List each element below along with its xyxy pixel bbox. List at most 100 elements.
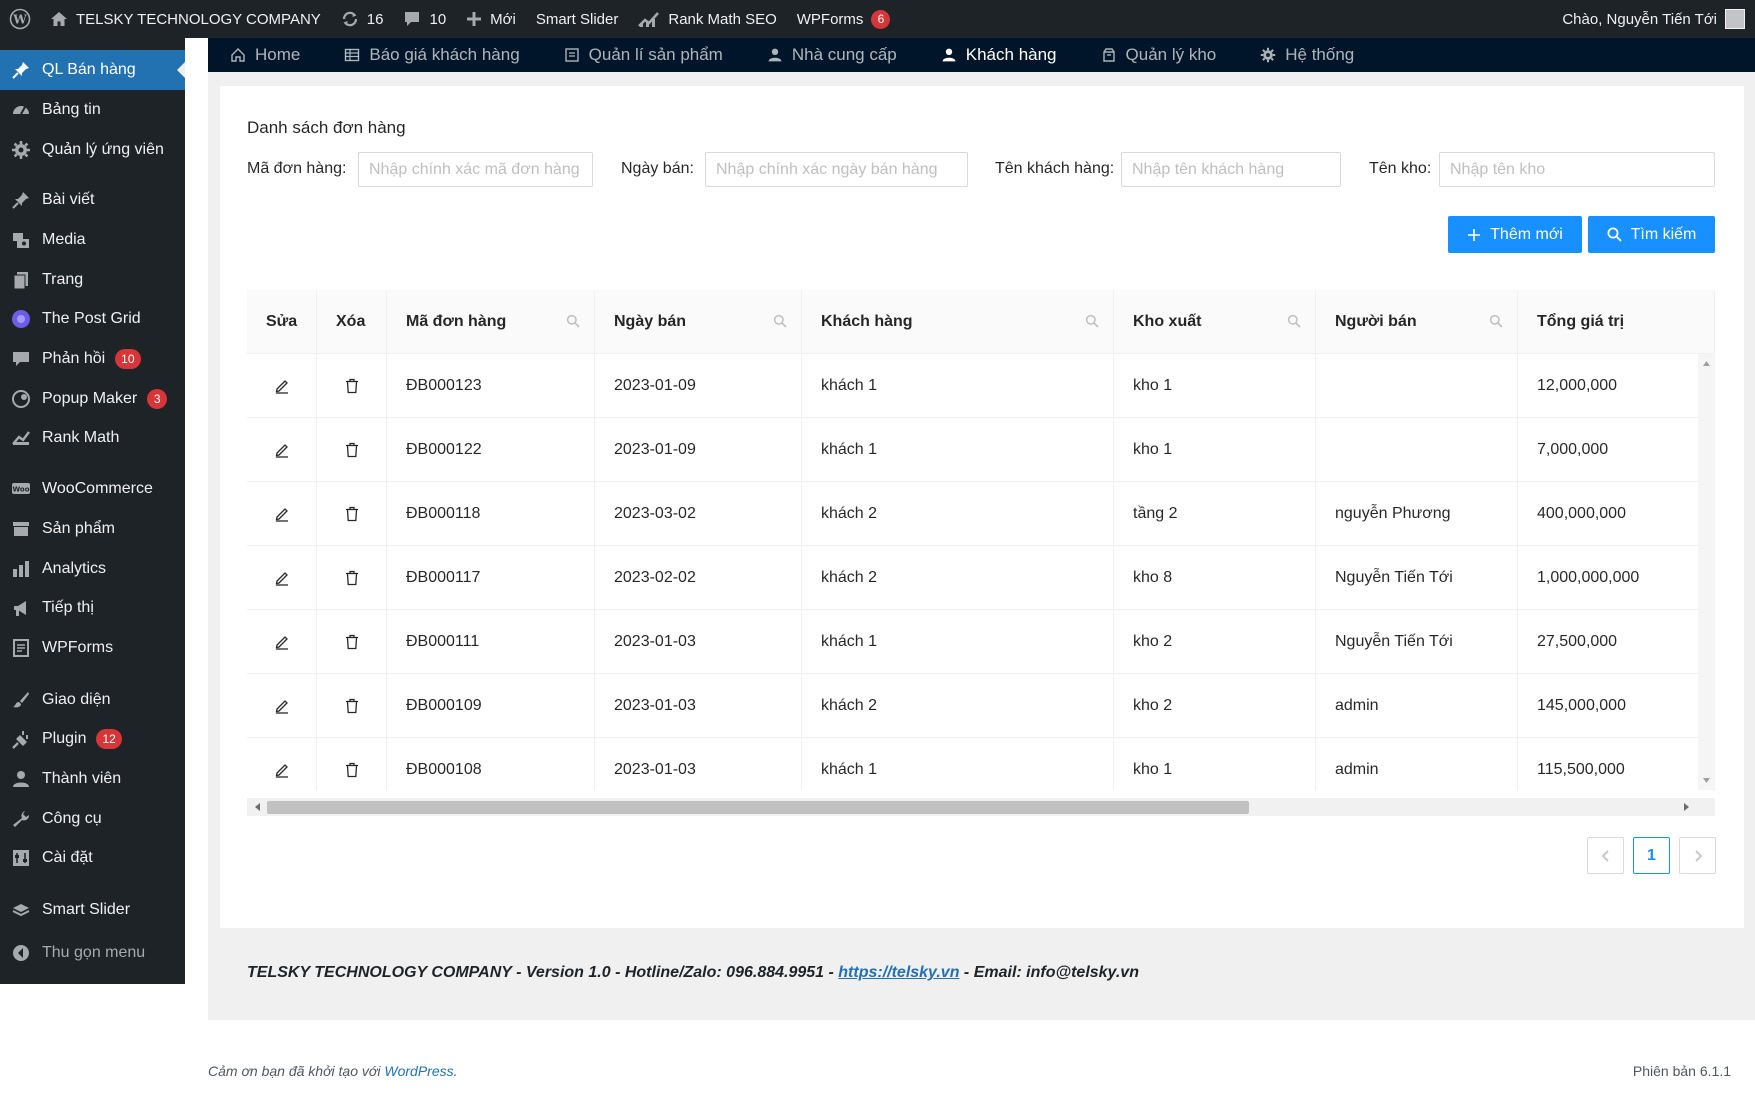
edit-icon[interactable] [247, 674, 317, 737]
search-button[interactable]: Tìm kiếm [1588, 216, 1715, 253]
sidebar-item-label: Tiếp thị [42, 599, 94, 616]
sidebar-item-smart-slider[interactable]: Smart Slider [0, 890, 185, 930]
sidebar-item-plugin[interactable]: Plugin 12 [0, 719, 185, 759]
next-page-button[interactable] [1679, 837, 1716, 874]
page-1-button[interactable]: 1 [1633, 837, 1670, 874]
edit-icon[interactable] [247, 610, 317, 673]
horizontal-scrollbar-thumb[interactable] [267, 801, 1249, 814]
cell-customer: khách 1 [802, 354, 1114, 417]
sidebar-item-bài-viết[interactable]: Bài viết [0, 180, 185, 220]
search-icon[interactable] [1489, 314, 1503, 328]
delete-icon[interactable] [317, 482, 387, 545]
new-content-link[interactable]: Mới [456, 0, 526, 38]
sidebar-item-popup-maker[interactable]: Popup Maker 3 [0, 379, 185, 419]
cell-code: ĐB000123 [387, 354, 595, 417]
nav-tab-6[interactable]: Hệ thống [1238, 38, 1376, 72]
cell-total: 145,000,000 [1518, 674, 1698, 737]
column-header-edit: Sửa [247, 290, 317, 354]
app-top-nav: Home Báo giá khách hàng Quản lí sản phẩm Nh… [208, 38, 1755, 72]
delete-icon[interactable] [317, 418, 387, 481]
edit-icon[interactable] [247, 482, 317, 545]
cell-seller: Nguyễn Tiến Tới [1316, 610, 1518, 673]
sidebar-item-tiếp-thị[interactable]: Tiếp thị [0, 588, 185, 628]
customer-name-input[interactable] [1121, 152, 1341, 187]
search-icon[interactable] [1085, 314, 1099, 328]
delete-icon[interactable] [317, 610, 387, 673]
cell-date: 2023-01-09 [595, 418, 802, 481]
sidebar-item-sản-phẩm[interactable]: Sản phẩm [0, 509, 185, 549]
delete-icon[interactable] [317, 674, 387, 737]
svg-text:W: W [12, 13, 27, 27]
sidebar-item-phản-hồi[interactable]: Phản hồi 10 [0, 339, 185, 379]
sidebar-item-bảng-tin[interactable]: Bảng tin [0, 90, 185, 130]
sidebar-item-label: Thành viên [42, 770, 122, 787]
sidebar-item-công-cụ[interactable]: Công cụ [0, 799, 185, 839]
wpforms-label: WPForms [796, 10, 864, 28]
vertical-scrollbar[interactable] [1698, 354, 1715, 790]
nav-tab-4[interactable]: Khách hàng [919, 38, 1079, 72]
wpforms-link[interactable]: WPForms 6 [787, 0, 901, 38]
cell-code: ĐB000108 [387, 738, 595, 790]
delete-icon[interactable] [317, 546, 387, 609]
edit-icon[interactable] [247, 546, 317, 609]
add-new-button[interactable]: Thêm mới [1448, 216, 1582, 253]
sidebar-item-label: Sản phẩm [42, 520, 115, 537]
sidebar-item-woocommerce[interactable]: Woo WooCommerce [0, 469, 185, 509]
nav-tab-5[interactable]: Quản lý kho [1079, 38, 1239, 72]
column-header-seller: Người bán [1316, 290, 1518, 354]
nav-tab-3[interactable]: Nhà cung cấp [745, 38, 919, 72]
search-icon[interactable] [1287, 314, 1301, 328]
search-icon [1607, 227, 1622, 242]
account-menu[interactable]: Chào, Nguyễn Tiến Tới [1552, 0, 1755, 38]
company-footer: TELSKY TECHNOLOGY COMPANY - Version 1.0 … [247, 964, 1139, 982]
smart-slider-link[interactable]: Smart Slider [526, 0, 629, 38]
sidebar-item-ql-bán-hàng[interactable]: QL Bán hàng [0, 50, 185, 90]
edit-icon[interactable] [247, 738, 317, 790]
rank-math-icon [638, 11, 660, 27]
table-row: ĐB000117 2023-02-02 khách 2 kho 8 Nguyễn Tiế… [247, 546, 1698, 610]
sidebar-item-thành-viên[interactable]: Thành viên [0, 759, 185, 799]
gear-icon [1260, 47, 1276, 63]
edit-icon[interactable] [247, 354, 317, 417]
sale-date-input[interactable] [705, 152, 968, 187]
cell-seller: nguyễn Phương [1316, 482, 1518, 545]
sidebar-item-label: Trang [42, 271, 84, 288]
wordpress-link[interactable]: WordPress [384, 1063, 453, 1079]
sidebar-item-giao-diện[interactable]: Giao diện [0, 680, 185, 720]
order-code-input[interactable] [358, 152, 593, 187]
sidebar-item-analytics[interactable]: Analytics [0, 549, 185, 589]
delete-icon[interactable] [317, 738, 387, 790]
wordpress-logo-icon[interactable]: W [0, 0, 40, 38]
sidebar-item-label: Thu gọn menu [42, 944, 146, 961]
chart-icon [10, 427, 32, 449]
nav-tab-2[interactable]: Quản lí sản phẩm [542, 38, 745, 72]
sidebar-item-cài-đặt[interactable]: Cài đặt [0, 838, 185, 878]
warehouse-name-input[interactable] [1439, 152, 1715, 187]
sidebar-item-wpforms[interactable]: WPForms [0, 628, 185, 668]
horizontal-scrollbar[interactable] [247, 798, 1715, 816]
wp-version: Phiên bản 6.1.1 [1632, 1063, 1731, 1079]
sidebar-item-thu-gọn-menu[interactable]: Thu gọn menu [0, 933, 185, 973]
delete-icon[interactable] [317, 354, 387, 417]
search-icon[interactable] [566, 314, 580, 328]
cell-warehouse: kho 1 [1114, 354, 1316, 417]
search-icon[interactable] [773, 314, 787, 328]
sidebar-item-quản-lý-ứng-viên[interactable]: Quản lý ứng viên [0, 130, 185, 170]
cell-seller: admin [1316, 674, 1518, 737]
website-link[interactable]: https://telsky.vn [838, 964, 959, 981]
sidebar-item-the-post-grid[interactable]: The Post Grid [0, 299, 185, 339]
comments-link[interactable]: 10 [393, 0, 456, 38]
nav-tab-1[interactable]: Báo giá khách hàng [322, 38, 541, 72]
prev-page-button[interactable] [1587, 837, 1624, 874]
sidebar-item-label: Bảng tin [42, 101, 101, 118]
site-name-link[interactable]: TELSKY TECHNOLOGY COMPANY [40, 0, 331, 38]
nav-tab-label: Nhà cung cấp [791, 45, 897, 64]
sidebar-item-media[interactable]: Media [0, 220, 185, 260]
updates-link[interactable]: 16 [331, 0, 394, 38]
nav-tab-0[interactable]: Home [208, 38, 322, 72]
rank-math-link[interactable]: Rank Math SEO [628, 0, 786, 38]
sidebar-item-rank-math[interactable]: Rank Math [0, 418, 185, 458]
sidebar-item-trang[interactable]: Trang [0, 260, 185, 300]
sidebar-item-label: Cài đặt [42, 849, 93, 866]
edit-icon[interactable] [247, 418, 317, 481]
